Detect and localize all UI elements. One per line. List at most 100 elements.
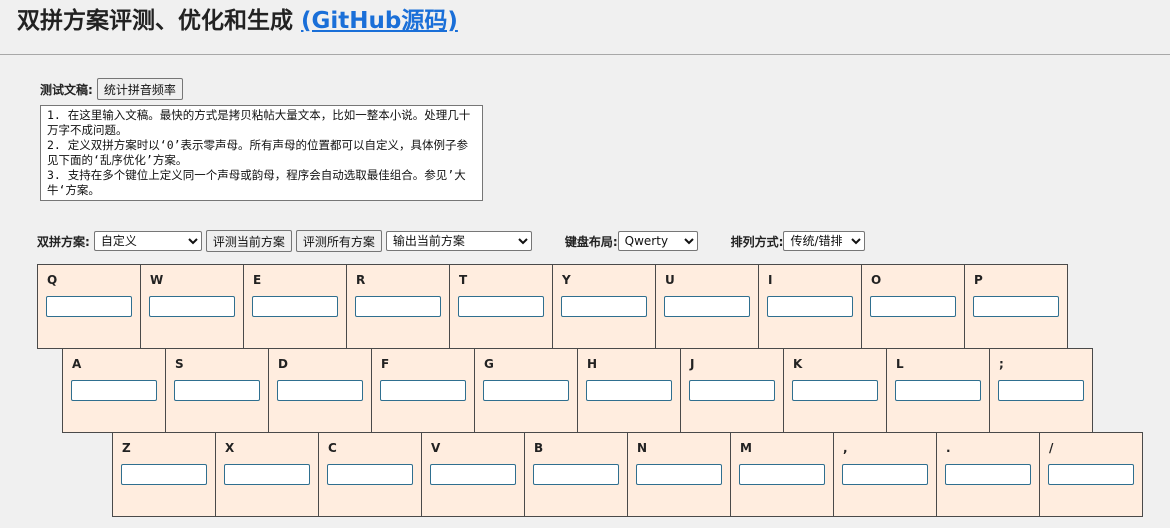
- key-label: X: [225, 441, 235, 455]
- keyboard-layout-select[interactable]: Qwerty: [617, 231, 698, 251]
- key-cell: A: [62, 348, 166, 433]
- key-label: S: [175, 357, 184, 371]
- key-cell: R: [346, 264, 450, 349]
- key-label: F: [381, 357, 390, 371]
- key-label: B: [534, 441, 544, 455]
- key-mapping-input[interactable]: [380, 380, 466, 401]
- key-mapping-input[interactable]: [870, 296, 956, 317]
- key-label: C: [328, 441, 337, 455]
- key-mapping-input[interactable]: [792, 380, 878, 401]
- key-mapping-input[interactable]: [689, 380, 775, 401]
- key-label: Q: [47, 273, 58, 287]
- key-mapping-input[interactable]: [1048, 464, 1134, 485]
- key-mapping-input[interactable]: [430, 464, 516, 485]
- key-mapping-input[interactable]: [355, 296, 441, 317]
- key-cell: N: [627, 432, 731, 517]
- scheme-label: 双拼方案:: [37, 234, 90, 249]
- key-cell: C: [318, 432, 422, 517]
- key-cell: O: [861, 264, 965, 349]
- key-mapping-input[interactable]: [973, 296, 1059, 317]
- arrangement-select[interactable]: 传统/错排: [783, 231, 866, 251]
- key-label: /: [1049, 441, 1054, 455]
- key-mapping-input[interactable]: [458, 296, 544, 317]
- key-cell: S: [165, 348, 269, 433]
- key-label: A: [72, 357, 82, 371]
- key-label: O: [871, 273, 882, 287]
- key-cell: K: [783, 348, 887, 433]
- key-cell: V: [421, 432, 525, 517]
- eval-current-scheme-button[interactable]: 评测当前方案: [205, 230, 292, 252]
- page-title: 双拼方案评测、优化和生成 (GitHub源码): [17, 4, 458, 38]
- key-cell: X: [215, 432, 319, 517]
- key-cell: I: [758, 264, 862, 349]
- scheme-select[interactable]: 自定义: [93, 231, 202, 251]
- key-label: R: [356, 273, 366, 287]
- key-cell: P: [964, 264, 1068, 349]
- key-mapping-input[interactable]: [664, 296, 750, 317]
- key-cell: Y: [552, 264, 656, 349]
- page-title-text: 双拼方案评测、优化和生成: [17, 8, 293, 34]
- corpus-toolbar: 测试文稿: 统计拼音频率: [40, 78, 183, 100]
- stats-pinyin-frequency-button[interactable]: 统计拼音频率: [96, 78, 183, 100]
- key-mapping-input[interactable]: [586, 380, 672, 401]
- key-cell: J: [680, 348, 784, 433]
- github-source-link[interactable]: (GitHub源码): [301, 8, 458, 34]
- key-mapping-input[interactable]: [767, 296, 853, 317]
- key-cell: L: [886, 348, 990, 433]
- key-cell: G: [474, 348, 578, 433]
- key-cell: /: [1039, 432, 1143, 517]
- key-mapping-input[interactable]: [174, 380, 260, 401]
- key-cell: W: [140, 264, 244, 349]
- key-mapping-input[interactable]: [945, 464, 1031, 485]
- key-mapping-input[interactable]: [46, 296, 132, 317]
- key-label: Z: [122, 441, 131, 455]
- key-label: E: [253, 273, 262, 287]
- key-mapping-input[interactable]: [277, 380, 363, 401]
- key-cell: ;: [989, 348, 1093, 433]
- keyboard-row-bottom: Z X C V B N M,. /: [112, 432, 1143, 517]
- key-mapping-input[interactable]: [483, 380, 569, 401]
- key-mapping-input[interactable]: [842, 464, 928, 485]
- corpus-textarea[interactable]: 1. 在这里输入文稿。最快的方式是拷贝粘帖大量文本，比如一整本小说。处理几十万字…: [40, 105, 483, 201]
- key-mapping-input[interactable]: [149, 296, 235, 317]
- key-label: Y: [562, 273, 571, 287]
- key-mapping-input[interactable]: [121, 464, 207, 485]
- eval-all-schemes-button[interactable]: 评测所有方案: [295, 230, 382, 252]
- key-cell: B: [524, 432, 628, 517]
- key-label: N: [637, 441, 648, 455]
- key-label: L: [896, 357, 904, 371]
- key-label: ;: [999, 357, 1004, 371]
- key-mapping-input[interactable]: [998, 380, 1084, 401]
- key-label: P: [974, 273, 983, 287]
- key-mapping-input[interactable]: [895, 380, 981, 401]
- key-label: I: [768, 273, 773, 287]
- layout-label: 键盘布局:: [564, 234, 618, 249]
- key-label: D: [278, 357, 288, 371]
- key-mapping-input[interactable]: [636, 464, 722, 485]
- key-mapping-input[interactable]: [739, 464, 825, 485]
- key-label: T: [459, 273, 468, 287]
- header-divider: [0, 54, 1170, 55]
- keyboard-row-home: A S D F G H J K L;: [62, 348, 1093, 433]
- key-label: V: [431, 441, 441, 455]
- key-mapping-input[interactable]: [71, 380, 157, 401]
- key-mapping-input[interactable]: [561, 296, 647, 317]
- key-mapping-input[interactable]: [224, 464, 310, 485]
- key-mapping-input[interactable]: [533, 464, 619, 485]
- key-cell: M: [730, 432, 834, 517]
- key-label: G: [484, 357, 494, 371]
- key-mapping-input[interactable]: [252, 296, 338, 317]
- key-label: K: [793, 357, 803, 371]
- output-scheme-select[interactable]: 输出当前方案: [385, 231, 532, 251]
- key-cell: T: [449, 264, 553, 349]
- key-cell: .: [936, 432, 1040, 517]
- key-label: H: [587, 357, 598, 371]
- key-label: W: [150, 273, 164, 287]
- corpus-label: 测试文稿:: [40, 82, 93, 97]
- key-cell: F: [371, 348, 475, 433]
- arrangement-label: 排列方式:: [730, 234, 784, 249]
- key-mapping-input[interactable]: [327, 464, 413, 485]
- key-label: .: [946, 441, 951, 455]
- key-cell: Q: [37, 264, 141, 349]
- key-cell: H: [577, 348, 681, 433]
